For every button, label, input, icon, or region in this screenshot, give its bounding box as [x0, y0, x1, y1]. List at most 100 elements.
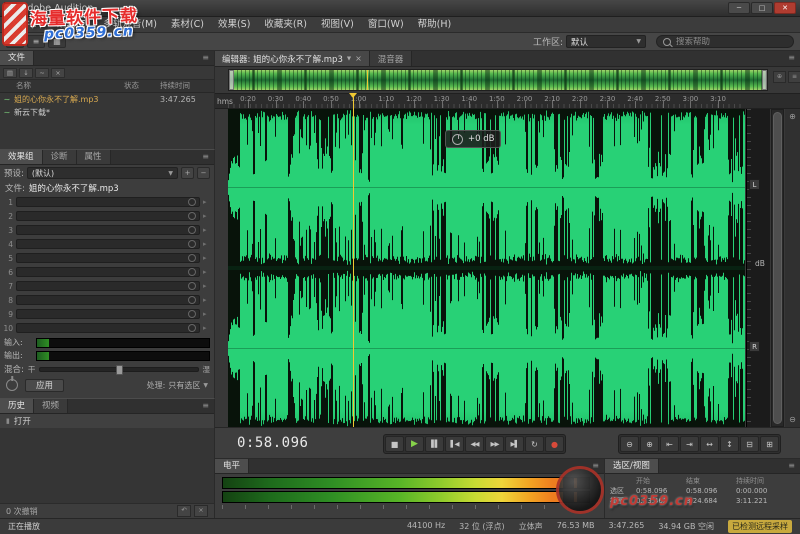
- file-row[interactable]: ∼ 新云下载*: [0, 106, 214, 119]
- playhead-handle[interactable]: [349, 93, 357, 98]
- effect-power-icon[interactable]: [188, 310, 196, 318]
- playhead[interactable]: [353, 93, 354, 427]
- effect-slot[interactable]: 10 ▸: [3, 321, 211, 335]
- overview-zoom-icon[interactable]: ⊕: [773, 71, 786, 83]
- menu-item[interactable]: 文件(F): [4, 17, 50, 33]
- effect-slot[interactable]: 4 ▸: [3, 237, 211, 251]
- waveform-display[interactable]: [228, 109, 745, 427]
- menu-item[interactable]: 素材(C): [164, 17, 211, 33]
- file-import-icon[interactable]: ↓: [19, 67, 33, 78]
- effect-power-icon[interactable]: [188, 240, 196, 248]
- transport-skip-to-start-button[interactable]: ▌◀: [445, 436, 464, 452]
- vertical-scrollbar[interactable]: [771, 109, 784, 427]
- tab-files[interactable]: 文件: [0, 51, 35, 65]
- menu-item[interactable]: 多轨混音(M): [96, 17, 164, 33]
- effect-slot-bar[interactable]: [16, 225, 200, 235]
- effect-slot-bar[interactable]: [16, 295, 200, 305]
- effect-slot[interactable]: 5 ▸: [3, 251, 211, 265]
- tab-video[interactable]: 视频: [34, 399, 69, 413]
- tab-properties[interactable]: 属性: [76, 150, 111, 164]
- multitrack-view-icon[interactable]: ≡: [27, 35, 45, 48]
- vertical-zoom-out-icon[interactable]: ⊖: [789, 415, 796, 424]
- effect-power-icon[interactable]: [188, 226, 196, 234]
- spectral-view-icon[interactable]: ▦: [48, 35, 66, 48]
- file-open-icon[interactable]: ∼: [35, 67, 49, 78]
- effect-slot-arrow-icon[interactable]: ▸: [203, 212, 211, 220]
- effect-slot-arrow-icon[interactable]: ▸: [203, 296, 211, 304]
- overview-settings-icon[interactable]: ≡: [788, 71, 800, 83]
- effect-slot-arrow-icon[interactable]: ▸: [203, 198, 211, 206]
- effect-slot-bar[interactable]: [16, 309, 200, 319]
- file-row[interactable]: ∼ 姐的心你永不了解.mp3 3:47.265: [0, 93, 214, 106]
- effect-slot-bar[interactable]: [16, 281, 200, 291]
- zoom-vertical-button[interactable]: ↕: [720, 436, 739, 452]
- effect-slot-arrow-icon[interactable]: ▸: [203, 282, 211, 290]
- zoom-horizontal-button[interactable]: ↔: [700, 436, 719, 452]
- panel-menu-icon[interactable]: ≡: [197, 150, 214, 164]
- transport-loop-button[interactable]: ↻: [525, 436, 544, 452]
- transport-pause-button[interactable]: ▌▌: [425, 436, 444, 452]
- effect-slot[interactable]: 6 ▸: [3, 265, 211, 279]
- effect-slot[interactable]: 3 ▸: [3, 223, 211, 237]
- column-name[interactable]: 名称: [0, 80, 124, 92]
- amplitude-scale[interactable]: L dB R: [746, 109, 770, 427]
- apply-button[interactable]: 应用: [25, 378, 65, 392]
- overview-left-handle[interactable]: [229, 70, 234, 90]
- tab-editor[interactable]: 编辑器: 姐的心你永不了解.mp3 ▼ ×: [215, 51, 370, 66]
- panel-menu-icon[interactable]: ≡: [197, 51, 214, 65]
- search-input[interactable]: [671, 36, 787, 47]
- file-delete-icon[interactable]: ×: [51, 67, 65, 78]
- tab-selection-view[interactable]: 选区/视图: [605, 459, 659, 473]
- help-search-box[interactable]: [656, 35, 794, 48]
- menu-item[interactable]: 效果(S): [211, 17, 257, 33]
- history-item[interactable]: ▮ 打开: [0, 414, 214, 428]
- transport-stop-button[interactable]: ■: [385, 436, 404, 452]
- transport-record-button[interactable]: ●: [545, 436, 564, 452]
- file-new-icon[interactable]: ▤: [3, 67, 17, 78]
- zoom-out-full-button[interactable]: ⊟: [740, 436, 759, 452]
- menu-item[interactable]: 视图(V): [314, 17, 361, 33]
- effect-slot[interactable]: 2 ▸: [3, 209, 211, 223]
- effect-power-icon[interactable]: [188, 254, 196, 262]
- preset-save-icon[interactable]: +: [181, 167, 194, 179]
- close-icon[interactable]: ×: [355, 54, 362, 63]
- transport-rewind-button[interactable]: ◀◀: [465, 436, 484, 452]
- effect-slot-bar[interactable]: [16, 267, 200, 277]
- effect-slot[interactable]: 7 ▸: [3, 279, 211, 293]
- transport-skip-to-end-button[interactable]: ▶▌: [505, 436, 524, 452]
- tab-levels[interactable]: 电平: [215, 459, 250, 473]
- clear-history-icon[interactable]: ×: [194, 505, 208, 517]
- vertical-scrollbar-thumb[interactable]: [773, 112, 782, 424]
- zoom-selection-button[interactable]: ⊞: [760, 436, 779, 452]
- effect-slot-arrow-icon[interactable]: ▸: [203, 268, 211, 276]
- timeline-ruler[interactable]: hms 0:20 0:30 0:40 0:50 1:00 1:10 1:20 1:30 1:40…: [215, 93, 800, 109]
- preset-select[interactable]: (默认) ▼: [26, 167, 178, 179]
- effect-slot-bar[interactable]: [16, 197, 200, 207]
- effect-power-icon[interactable]: [188, 268, 196, 276]
- menu-item[interactable]: 帮助(H): [411, 17, 459, 33]
- rack-power-icon[interactable]: [6, 379, 18, 391]
- effect-slot-bar[interactable]: [16, 211, 200, 221]
- effect-power-icon[interactable]: [188, 324, 196, 332]
- column-status[interactable]: 状态: [124, 80, 160, 92]
- effect-power-icon[interactable]: [188, 212, 196, 220]
- effect-slot-bar[interactable]: [16, 253, 200, 263]
- effect-power-icon[interactable]: [188, 296, 196, 304]
- minimize-button[interactable]: ─: [728, 2, 750, 14]
- menu-item[interactable]: 收藏夹(R): [257, 17, 314, 33]
- tab-mixer[interactable]: 混音器: [369, 51, 413, 66]
- preset-delete-icon[interactable]: −: [197, 167, 210, 179]
- column-duration[interactable]: 持续时间: [160, 80, 214, 92]
- workspace-select[interactable]: 默认 ▼: [566, 35, 646, 48]
- effect-slot-arrow-icon[interactable]: ▸: [203, 254, 211, 262]
- effect-slot-arrow-icon[interactable]: ▸: [203, 240, 211, 248]
- effect-slot[interactable]: 1 ▸: [3, 195, 211, 209]
- menu-item[interactable]: 窗口(W): [361, 17, 411, 33]
- transport-play-button[interactable]: ▶: [405, 436, 424, 452]
- waveform-canvas[interactable]: [228, 109, 745, 427]
- tab-effects-rack[interactable]: 效果组: [0, 150, 43, 164]
- panel-menu-icon[interactable]: ≡: [783, 459, 800, 473]
- effect-power-icon[interactable]: [188, 282, 196, 290]
- effect-slot-bar[interactable]: [16, 239, 200, 249]
- menu-item[interactable]: 编辑(E): [50, 17, 96, 33]
